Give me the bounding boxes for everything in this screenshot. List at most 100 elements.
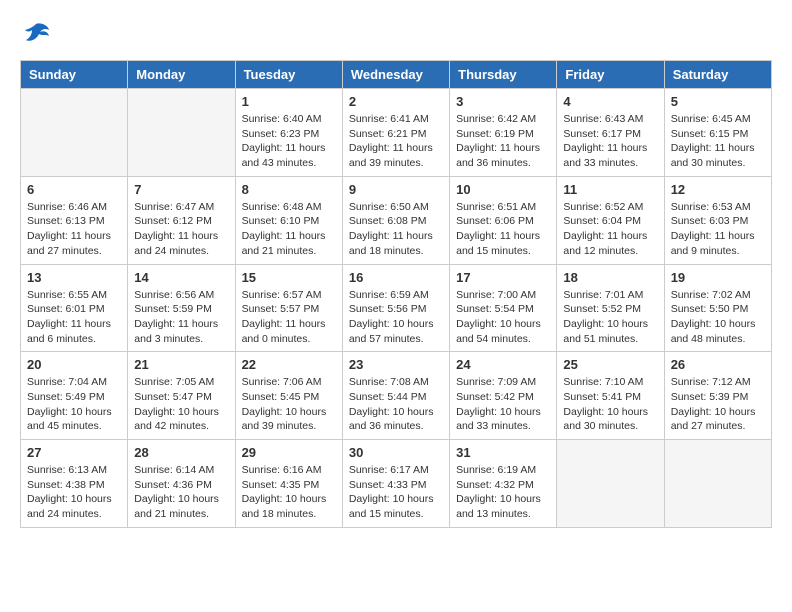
calendar-cell: 6Sunrise: 6:46 AMSunset: 6:13 PMDaylight… [21, 176, 128, 264]
day-number: 22 [242, 357, 336, 372]
calendar-cell [21, 89, 128, 177]
day-number: 14 [134, 270, 228, 285]
day-info: Sunrise: 7:01 AMSunset: 5:52 PMDaylight:… [563, 288, 657, 347]
calendar-cell: 13 Sunrise: 6:55 AMSunset: 6:01 PMDayligh… [21, 264, 128, 352]
day-info: Sunrise: 7:04 AMSunset: 5:49 PMDaylight:… [27, 375, 121, 434]
day-info: Sunrise: 6:59 AMSunset: 5:56 PMDaylight:… [349, 288, 443, 347]
day-info: Sunrise: 6:16 AMSunset: 4:35 PMDaylight:… [242, 463, 336, 522]
day-info: Sunrise: 6:40 AMSunset: 6:23 PMDaylight:… [242, 112, 336, 171]
day-number: 23 [349, 357, 443, 372]
day-number: 6 [27, 182, 121, 197]
day-number: 2 [349, 94, 443, 109]
day-number: 13 [27, 270, 121, 285]
day-number: 17 [456, 270, 550, 285]
day-number: 25 [563, 357, 657, 372]
day-info: Sunrise: 6:45 AMSunset: 6:15 PMDaylight:… [671, 112, 765, 171]
day-number: 19 [671, 270, 765, 285]
calendar-cell: 2 Sunrise: 6:41 AMSunset: 6:21 PMDaylight… [342, 89, 449, 177]
day-number: 11 [563, 182, 657, 197]
calendar-cell: 4 Sunrise: 6:43 AMSunset: 6:17 PMDaylight… [557, 89, 664, 177]
calendar-header-row: SundayMondayTuesdayWednesdayThursdayFrid… [21, 61, 772, 89]
day-number: 12 [671, 182, 765, 197]
calendar-cell: 7 Sunrise: 6:47 AMSunset: 6:12 PMDaylight… [128, 176, 235, 264]
calendar-cell: 11 Sunrise: 6:52 AMSunset: 6:04 PMDayligh… [557, 176, 664, 264]
day-info: Sunrise: 6:43 AMSunset: 6:17 PMDaylight:… [563, 112, 657, 171]
day-info: Sunrise: 6:53 AMSunset: 6:03 PMDaylight:… [671, 200, 765, 259]
calendar-cell: 27Sunrise: 6:13 AMSunset: 4:38 PMDayligh… [21, 440, 128, 528]
calendar-cell: 23 Sunrise: 7:08 AMSunset: 5:44 PMDayligh… [342, 352, 449, 440]
calendar-cell: 20 Sunrise: 7:04 AMSunset: 5:49 PMDayligh… [21, 352, 128, 440]
page-header [20, 20, 772, 44]
day-info: Sunrise: 7:00 AMSunset: 5:54 PMDaylight:… [456, 288, 550, 347]
weekday-header-tuesday: Tuesday [235, 61, 342, 89]
day-number: 21 [134, 357, 228, 372]
weekday-header-monday: Monday [128, 61, 235, 89]
calendar-cell: 18 Sunrise: 7:01 AMSunset: 5:52 PMDayligh… [557, 264, 664, 352]
calendar-cell: 10 Sunrise: 6:51 AMSunset: 6:06 PMDayligh… [450, 176, 557, 264]
calendar-cell: 26Sunrise: 7:12 AMSunset: 5:39 PMDayligh… [664, 352, 771, 440]
calendar-cell: 25 Sunrise: 7:10 AMSunset: 5:41 PMDayligh… [557, 352, 664, 440]
day-info: Sunrise: 7:06 AMSunset: 5:45 PMDaylight:… [242, 375, 336, 434]
day-info: Sunrise: 6:55 AMSunset: 6:01 PMDaylight:… [27, 288, 121, 347]
calendar-cell: 12 Sunrise: 6:53 AMSunset: 6:03 PMDayligh… [664, 176, 771, 264]
calendar-cell: 19 Sunrise: 7:02 AMSunset: 5:50 PMDayligh… [664, 264, 771, 352]
day-number: 10 [456, 182, 550, 197]
day-number: 24 [456, 357, 550, 372]
calendar-cell: 21 Sunrise: 7:05 AMSunset: 5:47 PMDayligh… [128, 352, 235, 440]
day-number: 15 [242, 270, 336, 285]
day-number: 16 [349, 270, 443, 285]
day-number: 4 [563, 94, 657, 109]
day-info: Sunrise: 7:02 AMSunset: 5:50 PMDaylight:… [671, 288, 765, 347]
day-info: Sunrise: 6:17 AMSunset: 4:33 PMDaylight:… [349, 463, 443, 522]
weekday-header-thursday: Thursday [450, 61, 557, 89]
day-number: 8 [242, 182, 336, 197]
calendar-cell: 8 Sunrise: 6:48 AMSunset: 6:10 PMDaylight… [235, 176, 342, 264]
day-number: 9 [349, 182, 443, 197]
calendar-cell: 9 Sunrise: 6:50 AMSunset: 6:08 PMDaylight… [342, 176, 449, 264]
calendar-cell: 5 Sunrise: 6:45 AMSunset: 6:15 PMDaylight… [664, 89, 771, 177]
day-number: 20 [27, 357, 121, 372]
day-info: Sunrise: 6:50 AMSunset: 6:08 PMDaylight:… [349, 200, 443, 259]
calendar-cell: 30 Sunrise: 6:17 AMSunset: 4:33 PMDayligh… [342, 440, 449, 528]
day-info: Sunrise: 7:08 AMSunset: 5:44 PMDaylight:… [349, 375, 443, 434]
day-number: 31 [456, 445, 550, 460]
day-number: 18 [563, 270, 657, 285]
day-info: Sunrise: 6:42 AMSunset: 6:19 PMDaylight:… [456, 112, 550, 171]
day-number: 5 [671, 94, 765, 109]
day-info: Sunrise: 6:13 AMSunset: 4:38 PMDaylight:… [27, 463, 121, 522]
weekday-header-wednesday: Wednesday [342, 61, 449, 89]
day-info: Sunrise: 7:09 AMSunset: 5:42 PMDaylight:… [456, 375, 550, 434]
logo-bird-icon [22, 20, 50, 44]
day-number: 29 [242, 445, 336, 460]
weekday-header-saturday: Saturday [664, 61, 771, 89]
calendar-cell: 3 Sunrise: 6:42 AMSunset: 6:19 PMDaylight… [450, 89, 557, 177]
day-info: Sunrise: 7:10 AMSunset: 5:41 PMDaylight:… [563, 375, 657, 434]
calendar-table: SundayMondayTuesdayWednesdayThursdayFrid… [20, 60, 772, 528]
day-info: Sunrise: 6:52 AMSunset: 6:04 PMDaylight:… [563, 200, 657, 259]
calendar-cell: 28Sunrise: 6:14 AMSunset: 4:36 PMDayligh… [128, 440, 235, 528]
day-number: 7 [134, 182, 228, 197]
calendar-week-row: 20 Sunrise: 7:04 AMSunset: 5:49 PMDayligh… [21, 352, 772, 440]
calendar-cell: 31 Sunrise: 6:19 AMSunset: 4:32 PMDayligh… [450, 440, 557, 528]
day-number: 28 [134, 445, 228, 460]
calendar-cell: 16 Sunrise: 6:59 AMSunset: 5:56 PMDayligh… [342, 264, 449, 352]
day-info: Sunrise: 6:41 AMSunset: 6:21 PMDaylight:… [349, 112, 443, 171]
calendar-cell [557, 440, 664, 528]
calendar-cell: 29 Sunrise: 6:16 AMSunset: 4:35 PMDayligh… [235, 440, 342, 528]
calendar-cell: 17 Sunrise: 7:00 AMSunset: 5:54 PMDayligh… [450, 264, 557, 352]
calendar-week-row: 1Sunrise: 6:40 AMSunset: 6:23 PMDaylight… [21, 89, 772, 177]
calendar-cell [128, 89, 235, 177]
day-info: Sunrise: 6:47 AMSunset: 6:12 PMDaylight:… [134, 200, 228, 259]
day-info: Sunrise: 6:19 AMSunset: 4:32 PMDaylight:… [456, 463, 550, 522]
weekday-header-sunday: Sunday [21, 61, 128, 89]
day-info: Sunrise: 7:05 AMSunset: 5:47 PMDaylight:… [134, 375, 228, 434]
day-number: 30 [349, 445, 443, 460]
day-info: Sunrise: 6:48 AMSunset: 6:10 PMDaylight:… [242, 200, 336, 259]
day-number: 3 [456, 94, 550, 109]
calendar-week-row: 6Sunrise: 6:46 AMSunset: 6:13 PMDaylight… [21, 176, 772, 264]
weekday-header-friday: Friday [557, 61, 664, 89]
day-info: Sunrise: 6:51 AMSunset: 6:06 PMDaylight:… [456, 200, 550, 259]
calendar-cell: 14Sunrise: 6:56 AMSunset: 5:59 PMDayligh… [128, 264, 235, 352]
calendar-cell: 22 Sunrise: 7:06 AMSunset: 5:45 PMDayligh… [235, 352, 342, 440]
calendar-cell: 24 Sunrise: 7:09 AMSunset: 5:42 PMDayligh… [450, 352, 557, 440]
